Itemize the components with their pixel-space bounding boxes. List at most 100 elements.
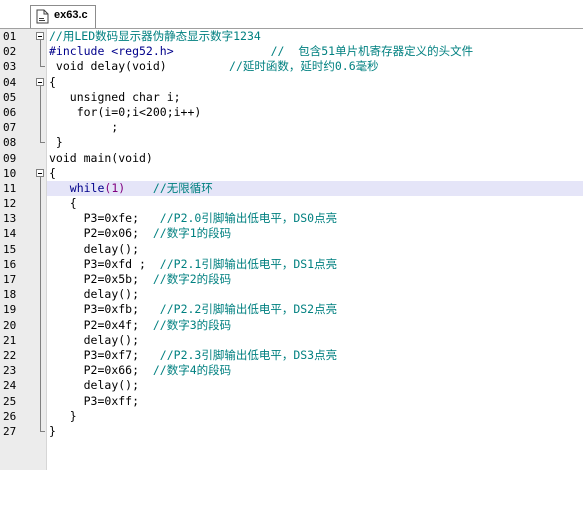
code-line: 17 P2=0x5b; //数字2的段码	[0, 272, 583, 288]
line-number: 12	[3, 197, 17, 211]
code-editor[interactable]: 01 //用LED数码显示器伪静态显示数字1234 02 #include <r…	[0, 29, 583, 470]
code-line: 14 P2=0x06; //数字1的段码	[0, 226, 583, 242]
fold-guide	[40, 226, 41, 242]
code-line: 01 //用LED数码显示器伪静态显示数字1234	[0, 29, 583, 45]
code-line: 23 P2=0x66; //数字4的段码	[0, 363, 583, 379]
fold-guide	[40, 196, 41, 212]
code-line: 07 ;	[0, 120, 583, 136]
code-line: 13 P3=0xfe; //P2.0引脚输出低电平，DS0点亮	[0, 211, 583, 227]
line-number: 05	[3, 90, 17, 104]
line-number: 26	[3, 409, 17, 423]
line-number: 09	[3, 151, 17, 165]
fold-guide	[40, 378, 41, 394]
code-text: ;	[49, 120, 119, 135]
code-text: }	[49, 423, 56, 438]
fold-guide	[40, 408, 41, 424]
code-line: 09 void main(void)	[0, 151, 583, 166]
code-text: void main(void)	[49, 150, 153, 165]
code-text: P2=0x06;	[83, 226, 140, 241]
line-number: 16	[3, 257, 17, 271]
function-declaration: void delay(void)	[49, 59, 167, 74]
line-number: 03	[3, 60, 17, 74]
code-text: delay();	[83, 287, 140, 302]
fold-guide	[40, 302, 41, 318]
line-number: 04	[3, 75, 17, 89]
code-text: delay();	[83, 241, 140, 256]
line-number: 14	[3, 227, 17, 241]
code-comment: //P2.1引脚输出低电平，DS1点亮	[159, 256, 338, 271]
tab-bar: ex63.c	[0, 0, 583, 29]
keyword: while	[69, 180, 105, 195]
code-comment: //用LED数码显示器伪静态显示数字1234	[49, 29, 261, 43]
code-line: 19 P3=0xfb; //P2.2引脚输出低电平，DS2点亮	[0, 302, 583, 318]
code-text: }	[49, 408, 77, 423]
code-text: P3=0xff;	[83, 393, 140, 408]
fold-guide	[40, 120, 41, 136]
code-comment: //P2.3引脚输出低电平，DS3点亮	[159, 347, 338, 362]
fold-guide	[40, 287, 41, 303]
line-number: 25	[3, 394, 17, 408]
code-line: 24 delay();	[0, 378, 583, 394]
fold-guide	[40, 332, 41, 348]
line-number: 11	[3, 181, 17, 195]
code-comment: //延时函数，延时约0.6毫秒	[229, 59, 379, 74]
fold-guide	[40, 180, 41, 197]
fold-guide	[40, 211, 41, 227]
line-number: 15	[3, 242, 17, 256]
code-text: P2=0x4f;	[83, 317, 140, 332]
line-number: 01	[3, 30, 17, 43]
line-number: 07	[3, 121, 17, 135]
fold-collapse-icon[interactable]	[36, 77, 44, 86]
code-comment: //数字1的段码	[152, 226, 232, 241]
tab-title: ex63.c	[54, 9, 88, 21]
line-number: 24	[3, 379, 17, 393]
code-line: 06 for(i=0;i<200;i++)	[0, 104, 583, 121]
code-line: 18 delay();	[0, 287, 583, 303]
code-text: P3=0xf7;	[83, 347, 140, 362]
fold-end-marker	[40, 66, 45, 68]
fold-collapse-icon[interactable]	[36, 168, 44, 177]
code-line: 04 {	[0, 75, 583, 90]
code-text: P3=0xfb;	[83, 302, 140, 317]
code-text: P2=0x5b;	[83, 272, 140, 286]
code-line: 15 delay();	[0, 241, 583, 257]
fold-guide	[40, 272, 41, 288]
code-line: 08 }	[0, 135, 583, 150]
fold-guide	[40, 104, 41, 121]
fold-guide	[40, 256, 41, 272]
line-number: 23	[3, 364, 17, 378]
code-text: P3=0xfe;	[83, 211, 140, 226]
code-text: for(i=0;i<200;i++)	[49, 104, 202, 119]
fold-guide	[40, 241, 41, 257]
code-line: 16 P3=0xfd ; //P2.1引脚输出低电平，DS1点亮	[0, 256, 583, 272]
code-text: {	[49, 74, 56, 89]
code-text: {	[49, 196, 77, 211]
code-line: 05 unsigned char i;	[0, 89, 583, 105]
code-line: 03 void delay(void) //延时函数，延时约0.6毫秒	[0, 59, 583, 74]
code-line: 20 P2=0x4f; //数字3的段码	[0, 317, 583, 333]
line-number: 17	[3, 273, 17, 286]
fold-collapse-icon[interactable]	[36, 32, 44, 40]
code-lines: 01 //用LED数码显示器伪静态显示数字1234 02 #include <r…	[0, 29, 583, 439]
fold-end-marker	[40, 142, 45, 144]
fold-guide	[40, 89, 41, 105]
code-line: 02 #include <reg52.h> // 包含51单片机寄存器定义的头文…	[0, 44, 583, 60]
code-comment: //无限循环	[152, 180, 213, 195]
fold-guide	[40, 363, 41, 379]
include-directive: #include <reg52.h>	[49, 44, 174, 59]
line-number: 19	[3, 303, 17, 317]
code-line: 27 }	[0, 423, 583, 439]
code-text: unsigned char i;	[49, 89, 181, 104]
code-text: }	[49, 135, 63, 150]
code-line: 22 P3=0xf7; //P2.3引脚输出低电平，DS3点亮	[0, 347, 583, 364]
code-line: 25 P3=0xff;	[0, 393, 583, 409]
line-number: 02	[3, 45, 17, 59]
code-text: delay();	[83, 332, 140, 347]
line-number: 18	[3, 288, 17, 302]
code-line: 12 {	[0, 196, 583, 212]
code-line: 10 {	[0, 166, 583, 181]
tab-ex63c[interactable]: ex63.c	[30, 5, 96, 28]
code-line-current: 11 while(1) //无限循环	[0, 180, 583, 197]
code-line: 26 }	[0, 408, 583, 424]
line-number: 10	[3, 166, 17, 180]
